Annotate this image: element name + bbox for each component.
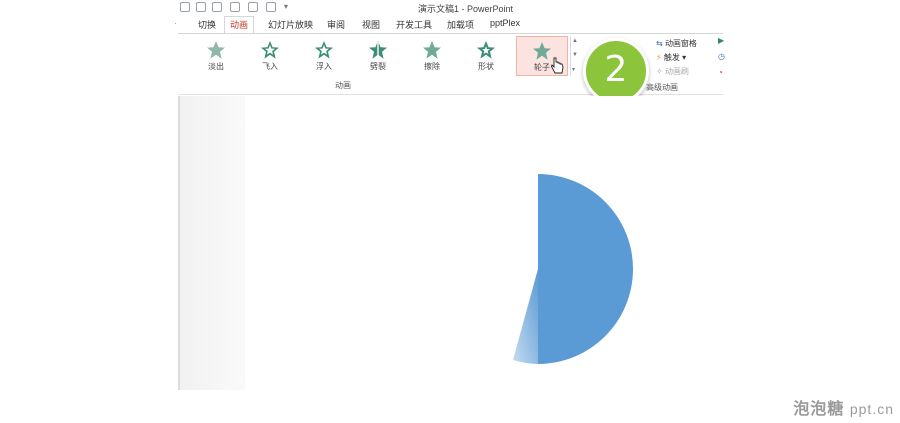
watermark-domain: ppt.cn — [849, 401, 894, 417]
float-in-star-icon — [315, 41, 333, 59]
scroll-down-icon[interactable]: ▼ — [572, 52, 578, 58]
animation-group-label: 动画 — [335, 81, 351, 90]
ribbon-bottom-border — [178, 94, 723, 95]
tab-pptplex[interactable]: pptPlex — [490, 18, 520, 28]
trigger-label: 触发 — [663, 53, 680, 62]
animation-pane-icon: ⇆ — [656, 39, 663, 48]
trigger-button[interactable]: ⚡ 触发 ▾ — [656, 52, 686, 63]
animation-wheel[interactable]: 轮子 — [516, 36, 568, 76]
animation-fly-in[interactable]: 飞入 — [247, 36, 293, 76]
animation-label: 劈裂 — [370, 62, 386, 71]
watermark-brand: 泡泡糖 — [793, 401, 845, 418]
touch-mode-icon[interactable] — [266, 2, 276, 12]
animation-label: 淡出 — [208, 62, 224, 71]
animation-fade[interactable]: 淡出 — [193, 36, 239, 76]
presentation-icon[interactable] — [230, 2, 240, 12]
scroll-up-icon[interactable]: ▲ — [572, 38, 578, 44]
shape-star-icon — [477, 41, 495, 59]
tab-addins[interactable]: 加载项 — [447, 18, 474, 31]
animation-painter-label: 动画刷 — [664, 67, 689, 76]
delay-icon[interactable]: ◔ — [718, 68, 723, 77]
gallery-expand-icon[interactable]: ▾ — [572, 66, 575, 73]
animation-pane-button[interactable]: ⇆ 动画窗格 — [656, 38, 697, 49]
animation-label: 形状 — [478, 62, 494, 71]
tab-animations[interactable]: 动画 — [224, 16, 255, 34]
fly-in-star-icon — [261, 41, 279, 59]
redo-icon[interactable] — [180, 2, 190, 12]
hand-cursor-icon — [551, 57, 564, 74]
gallery-scrollbar[interactable]: ▲ ▼ ▾ — [570, 36, 579, 76]
lightning-icon: ⚡ — [656, 53, 662, 62]
watermark: 泡泡糖 ppt.cn — [793, 395, 894, 419]
split-star-icon — [369, 41, 387, 59]
tab-developer[interactable]: 开发工具 — [396, 18, 432, 31]
tab-transitions[interactable]: 切换 — [198, 18, 216, 31]
chevron-down-icon: ▾ — [682, 53, 687, 62]
duration-icon[interactable]: ◷ — [718, 52, 725, 61]
fade-star-icon — [207, 41, 225, 59]
animation-painter-icon: ✧ — [656, 67, 663, 76]
format-icon[interactable] — [212, 2, 222, 12]
start-icon[interactable]: ▶ — [718, 36, 724, 45]
print-icon[interactable] — [248, 2, 258, 12]
animation-wipe[interactable]: 擦除 — [409, 36, 455, 76]
animation-label: 浮入 — [316, 62, 332, 71]
wipe-star-icon — [423, 41, 441, 59]
animation-label: 飞入 — [262, 62, 278, 71]
animation-float-in[interactable]: 浮入 — [301, 36, 347, 76]
animation-split[interactable]: 劈裂 — [355, 36, 401, 76]
quick-access-toolbar: ▾ 演示文稿1 - PowerPoint — [178, 0, 723, 16]
ribbon-tabs: · 切换 动画 幻灯片放映 审阅 视图 开发工具 加载项 pptPlex — [174, 16, 723, 34]
tab-scroll-left[interactable]: · — [174, 18, 177, 28]
tab-review[interactable]: 审阅 — [327, 18, 345, 31]
animation-painter-button[interactable]: ✧ 动画刷 — [656, 66, 689, 77]
slide-thumbnail-panel[interactable] — [178, 96, 245, 390]
animation-shape[interactable]: 形状 — [463, 36, 509, 76]
advanced-animation-group-label: 高级动画 — [646, 83, 678, 92]
timing-icons: ▶ ◷ ◔ — [718, 36, 726, 86]
wheel-star-icon — [533, 42, 551, 60]
tab-view[interactable]: 视图 — [362, 18, 380, 31]
animation-gallery: 淡出 飞入 浮入 劈裂 擦除 形状 轮子 — [178, 34, 583, 78]
animation-pane-label: 动画窗格 — [664, 39, 697, 48]
repeat-icon[interactable] — [196, 2, 206, 12]
wheel-animation-shape[interactable] — [245, 96, 723, 390]
animation-label: 擦除 — [424, 62, 440, 71]
tab-slideshow[interactable]: 幻灯片放映 — [268, 18, 313, 31]
window-title: 演示文稿1 - PowerPoint — [418, 4, 514, 14]
customize-qat-icon[interactable]: ▾ — [284, 2, 294, 12]
step-badge: 2 — [583, 38, 649, 104]
